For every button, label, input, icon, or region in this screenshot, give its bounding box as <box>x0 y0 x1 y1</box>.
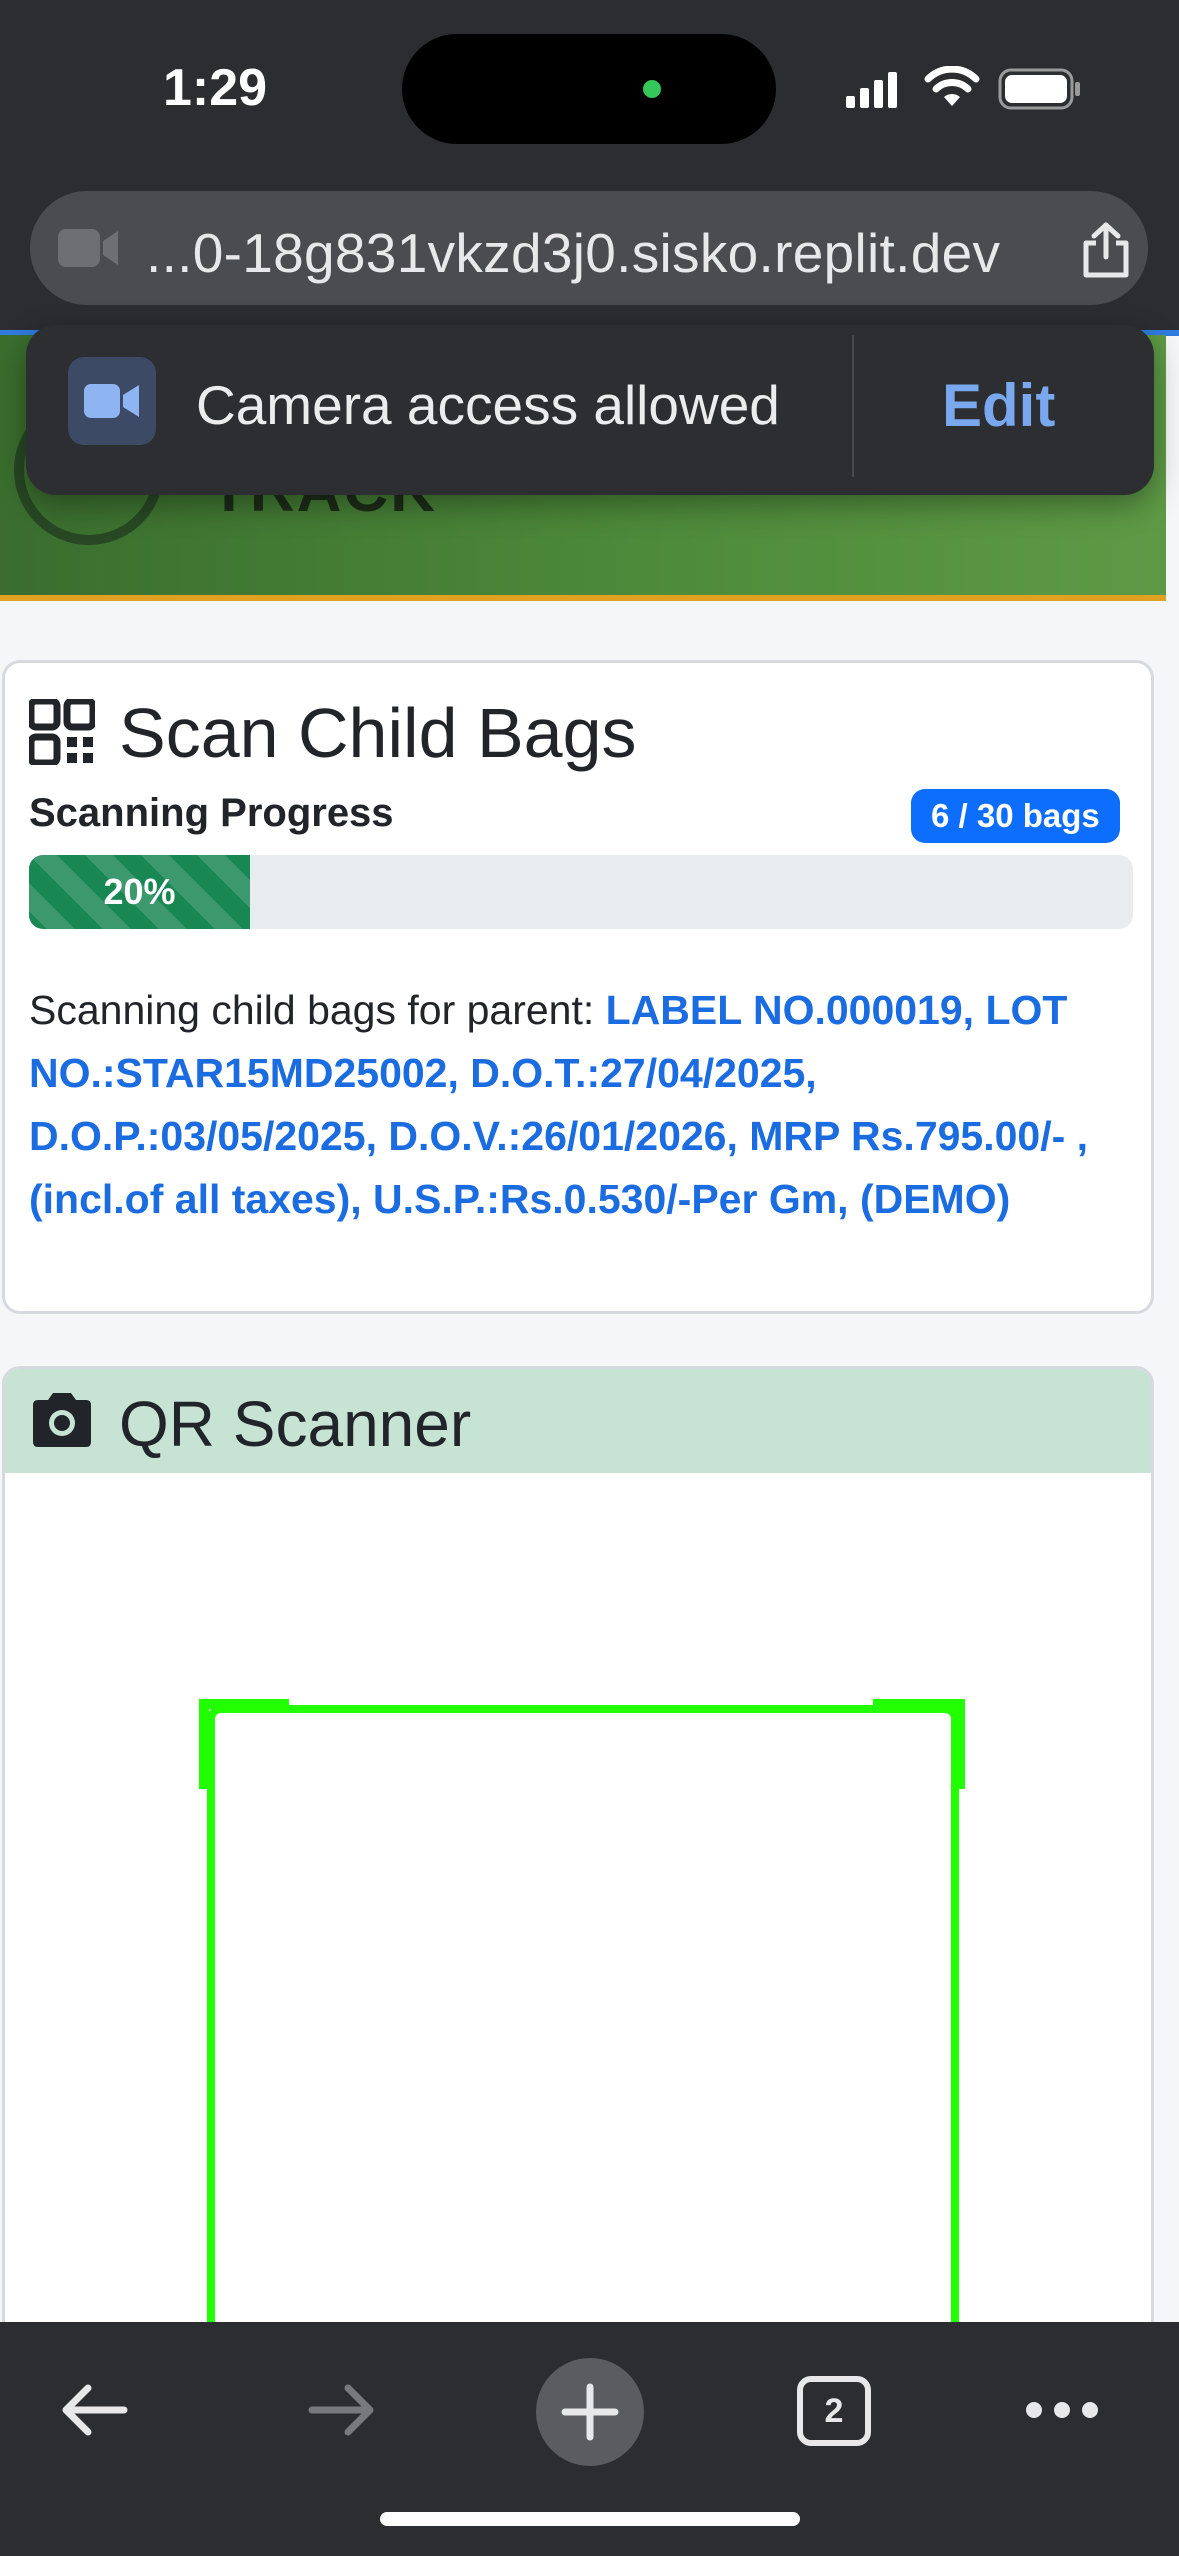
parent-prefix: Scanning child bags for parent: <box>29 987 606 1033</box>
camera-icon <box>33 1393 91 1447</box>
new-tab-plus-icon[interactable] <box>535 2357 645 2467</box>
page-gap <box>0 601 1179 659</box>
wifi-icon <box>924 66 980 106</box>
permission-message: Camera access allowed <box>196 374 780 436</box>
more-options-icon[interactable] <box>1024 2398 1100 2422</box>
status-bar: 1:29 <box>0 0 1179 175</box>
status-time: 1:29 <box>163 59 268 117</box>
tabs-button[interactable]: 2 <box>797 2376 871 2446</box>
video-camera-icon[interactable] <box>56 227 120 269</box>
address-bar[interactable]: ...0-18g831vkzd3j0.sisko.replit.dev <box>30 191 1148 305</box>
parent-info: Scanning child bags for parent: LABEL NO… <box>29 979 1139 1231</box>
edit-permission-button[interactable]: Edit <box>942 371 1055 440</box>
home-indicator <box>380 2512 800 2526</box>
qr-code-icon <box>29 699 95 765</box>
battery-icon <box>998 68 1080 110</box>
share-icon[interactable] <box>1080 221 1132 279</box>
scan-corner-top-right <box>873 1699 965 1709</box>
progress-fill: 20% <box>29 855 250 929</box>
dynamic-island <box>402 34 776 144</box>
scan-child-bags-card: Scan Child Bags Scanning Progress 6 / 30… <box>2 660 1154 1314</box>
scan-corner-top-left <box>199 1699 289 1709</box>
camera-permission-banner: Camera access allowed Edit <box>26 325 1154 495</box>
cellular-signal-icon <box>846 72 897 108</box>
qr-scanner-card: QR Scanner <box>2 1366 1154 2376</box>
url-text[interactable]: ...0-18g831vkzd3j0.sisko.replit.dev <box>146 221 1000 285</box>
browser-toolbar: ...0-18g831vkzd3j0.sisko.replit.dev <box>0 175 1179 335</box>
scanner-header: QR Scanner <box>5 1369 1151 1473</box>
back-arrow-icon[interactable] <box>58 2382 130 2438</box>
camera-in-use-indicator <box>643 80 661 98</box>
bag-count-badge: 6 / 30 bags <box>911 789 1120 843</box>
scan-corner-top-left <box>199 1699 209 1789</box>
divider <box>852 335 854 477</box>
video-camera-icon <box>68 357 156 445</box>
scanner-title: QR Scanner <box>119 1388 472 1460</box>
forward-arrow-icon[interactable] <box>306 2382 378 2438</box>
scan-corner-top-right <box>955 1699 965 1789</box>
card-title: Scan Child Bags <box>119 694 637 772</box>
progress-percent: 20% <box>103 871 176 912</box>
progress-bar: 20% <box>29 855 1133 929</box>
scan-frame <box>207 1705 959 2373</box>
progress-label: Scanning Progress <box>29 791 394 835</box>
